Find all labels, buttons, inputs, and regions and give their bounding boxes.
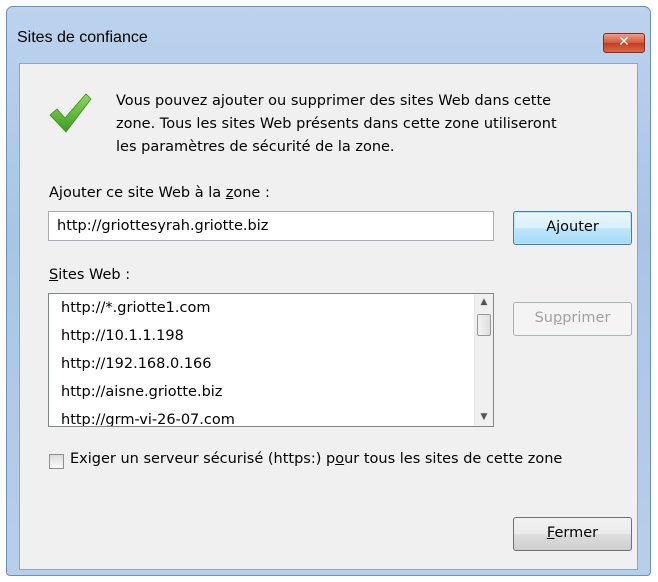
list-scrollbar[interactable]: ▲ ▼ — [474, 294, 493, 426]
zone-description: Vous pouvez ajouter ou supprimer des sit… — [116, 90, 636, 159]
dialog-body: Vous pouvez ajouter ou supprimer des sit… — [19, 63, 638, 570]
description-line: Vous pouvez ajouter ou supprimer des sit… — [116, 93, 552, 109]
scroll-thumb[interactable] — [477, 314, 491, 336]
scroll-down-icon[interactable]: ▼ — [475, 409, 493, 426]
require-https-label[interactable]: Exiger un serveur sécurisé (https:) pour… — [70, 451, 562, 467]
list-item[interactable]: http://192.168.0.166 — [49, 350, 469, 378]
require-https-checkbox[interactable] — [49, 454, 64, 469]
trusted-sites-dialog: Sites de confiance ✕ Vous pouvez ajouter… — [6, 6, 651, 576]
close-button[interactable]: Fermer — [513, 517, 632, 551]
list-item[interactable]: http://aisne.griotte.biz — [49, 378, 469, 406]
list-item[interactable]: http://10.1.1.198 — [49, 322, 469, 350]
remove-button[interactable]: Supprimer — [513, 302, 632, 336]
add-site-input[interactable] — [48, 211, 494, 241]
list-item[interactable]: http://grm-vi-26-07.com — [49, 406, 469, 426]
list-item[interactable]: http://*.griotte1.com — [49, 294, 469, 322]
description-line: les paramètres de sécurité de la zone. — [116, 139, 395, 155]
websites-list[interactable]: http://*.griotte1.com http://10.1.1.198 … — [48, 293, 494, 427]
add-site-label: Ajouter ce site Web à la zone : — [49, 185, 270, 201]
description-line: zone. Tous les sites Web présents dans c… — [116, 116, 557, 132]
dialog-title: Sites de confiance — [17, 29, 148, 46]
green-checkmark-icon — [49, 93, 92, 133]
scroll-up-icon[interactable]: ▲ — [475, 294, 493, 311]
close-icon[interactable]: ✕ — [603, 33, 645, 53]
add-button[interactable]: Ajouter — [513, 211, 632, 245]
websites-label: Sites Web : — [49, 267, 131, 283]
